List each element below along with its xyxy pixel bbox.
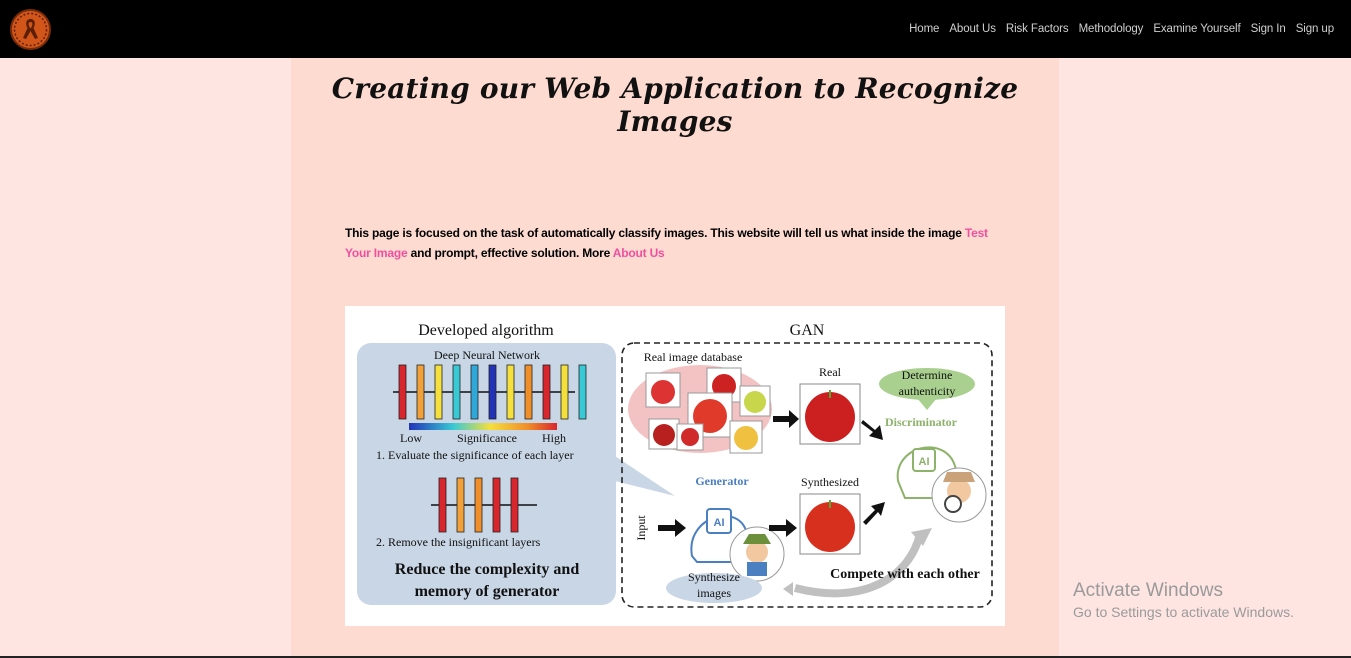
right-title: GAN	[790, 322, 825, 339]
algorithm-figure: Developed algorithm Deep Neural Network	[345, 306, 1005, 626]
page-title: Creating our Web Application to Recogniz…	[331, 72, 1019, 138]
main-nav: Home About Us Risk Factors Methodology E…	[909, 0, 1334, 58]
determine-line-1: Determine	[902, 368, 953, 382]
significance-label: Significance	[457, 431, 517, 445]
nav-methodology[interactable]: Methodology	[1079, 23, 1144, 35]
high-label: High	[542, 431, 566, 445]
nav-risk-factors[interactable]: Risk Factors	[1006, 23, 1069, 35]
real-db-label: Real image database	[644, 350, 743, 364]
step-1: 1. Evaluate the significance of each lay…	[376, 448, 574, 462]
intro-text-1: This page is focused on the task of auto…	[345, 226, 965, 240]
discriminator-label: Discriminator	[885, 415, 958, 429]
nav-sign-in[interactable]: Sign In	[1251, 23, 1286, 35]
ribbon-logo[interactable]	[10, 9, 51, 50]
about-us-link[interactable]: About Us	[613, 246, 665, 260]
real-label: Real	[819, 365, 842, 379]
nav-about-us[interactable]: About Us	[949, 23, 996, 35]
navbar: Home About Us Risk Factors Methodology E…	[0, 0, 1351, 58]
generator-ai-text: AI	[714, 517, 725, 529]
synthesize-line-1: Synthesize	[688, 570, 740, 584]
reduce-line-1: Reduce the complexity and	[395, 561, 580, 578]
watermark-line-2: Go to Settings to activate Windows.	[1073, 604, 1294, 620]
step-2: 2. Remove the insignificant layers	[376, 535, 541, 549]
discriminator-icon: AI	[896, 446, 987, 523]
determine-line-2: authenticity	[899, 384, 956, 398]
nav-home[interactable]: Home	[909, 23, 939, 35]
content-panel: Creating our Web Application to Recogniz…	[291, 58, 1059, 658]
dnn-label: Deep Neural Network	[434, 348, 540, 362]
compete-label: Compete with each other	[830, 567, 980, 582]
synthesize-line-2: images	[697, 586, 731, 600]
low-label: Low	[400, 431, 422, 445]
activate-windows-watermark: Activate Windows Go to Settings to activ…	[1073, 580, 1294, 620]
left-title: Developed algorithm	[418, 322, 554, 339]
reduce-line-2: memory of generator	[415, 583, 560, 600]
synthesized-label: Synthesized	[801, 475, 859, 489]
significance-scale	[409, 423, 557, 430]
input-label: Input	[634, 515, 648, 541]
watermark-line-1: Activate Windows	[1073, 580, 1223, 601]
discriminator-ai-text: AI	[919, 456, 930, 468]
nav-sign-up[interactable]: Sign up	[1296, 23, 1334, 35]
nav-examine-yourself[interactable]: Examine Yourself	[1153, 23, 1240, 35]
intro-paragraph: This page is focused on the task of auto…	[345, 223, 1005, 263]
intro-text-2: and prompt, effective solution. More	[407, 246, 613, 260]
generator-label: Generator	[695, 474, 749, 488]
